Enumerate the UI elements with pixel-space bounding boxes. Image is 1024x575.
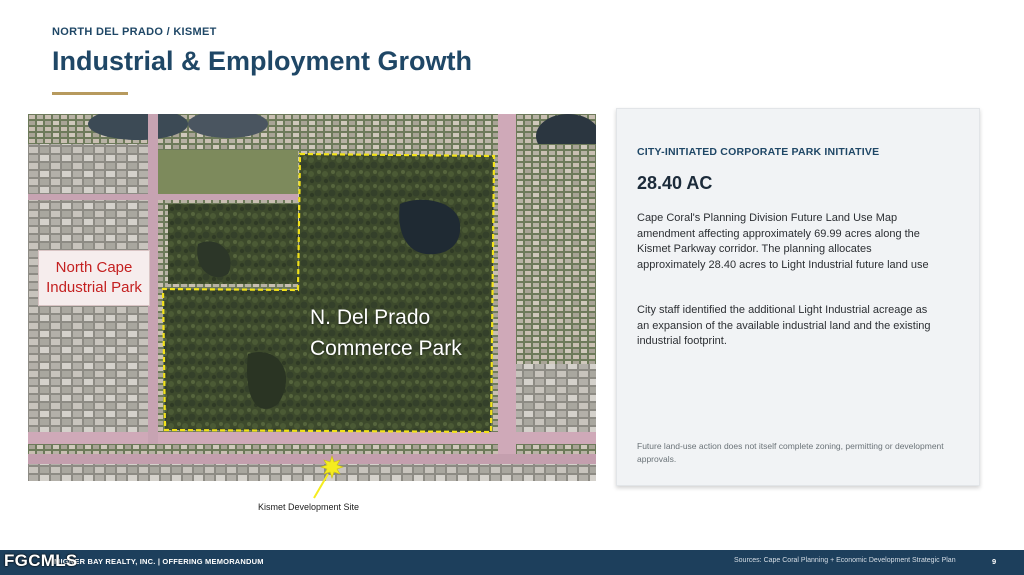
page-title: Industrial & Employment Growth — [52, 46, 473, 76]
watermark: FGCMLS — [4, 551, 78, 570]
site-caption: Kismet Development Site — [258, 502, 360, 512]
eyebrow: NORTH DEL PRADO / KISMET — [52, 26, 217, 38]
site-marker-icon — [313, 455, 344, 499]
card-heading: CITY-INITIATED CORPORATE PARK INITIATIVE — [637, 146, 880, 158]
card-paragraph-1: Cape Coral's Planning Division Future La… — [637, 212, 929, 271]
commerce-park-label: N. Del Prado Commerce Park — [310, 302, 462, 364]
north-cape-label-line2: Industrial Park — [46, 279, 142, 296]
north-cape-industrial-park-label: North Cape Industrial Park — [38, 250, 150, 306]
info-card: CITY-INITIATED CORPORATE PARK INITIATIVE… — [616, 108, 980, 486]
card-stat: 28.40 AC — [637, 173, 713, 193]
footer-brand: MIGNER BAY REALTY, INC. | OFFERING MEMOR… — [54, 557, 264, 566]
page-number: 9 — [992, 557, 997, 566]
commerce-park-label-line2: Commerce Park — [310, 337, 462, 360]
footer-sources: Sources: Cape Coral Planning + Economic … — [734, 557, 956, 564]
card-paragraph-2: City staff identified the additional Lig… — [637, 304, 931, 348]
commerce-park-label-line1: N. Del Prado — [310, 306, 431, 329]
card-note: Future land-use action does not itself c… — [637, 441, 944, 464]
north-cape-label-line1: North Cape — [55, 259, 133, 276]
footer-bar: MIGNER BAY REALTY, INC. | OFFERING MEMOR… — [0, 550, 1024, 575]
title-rule — [52, 92, 128, 95]
aerial-map: North Cape Industrial Park N. Del Prado … — [28, 114, 596, 481]
